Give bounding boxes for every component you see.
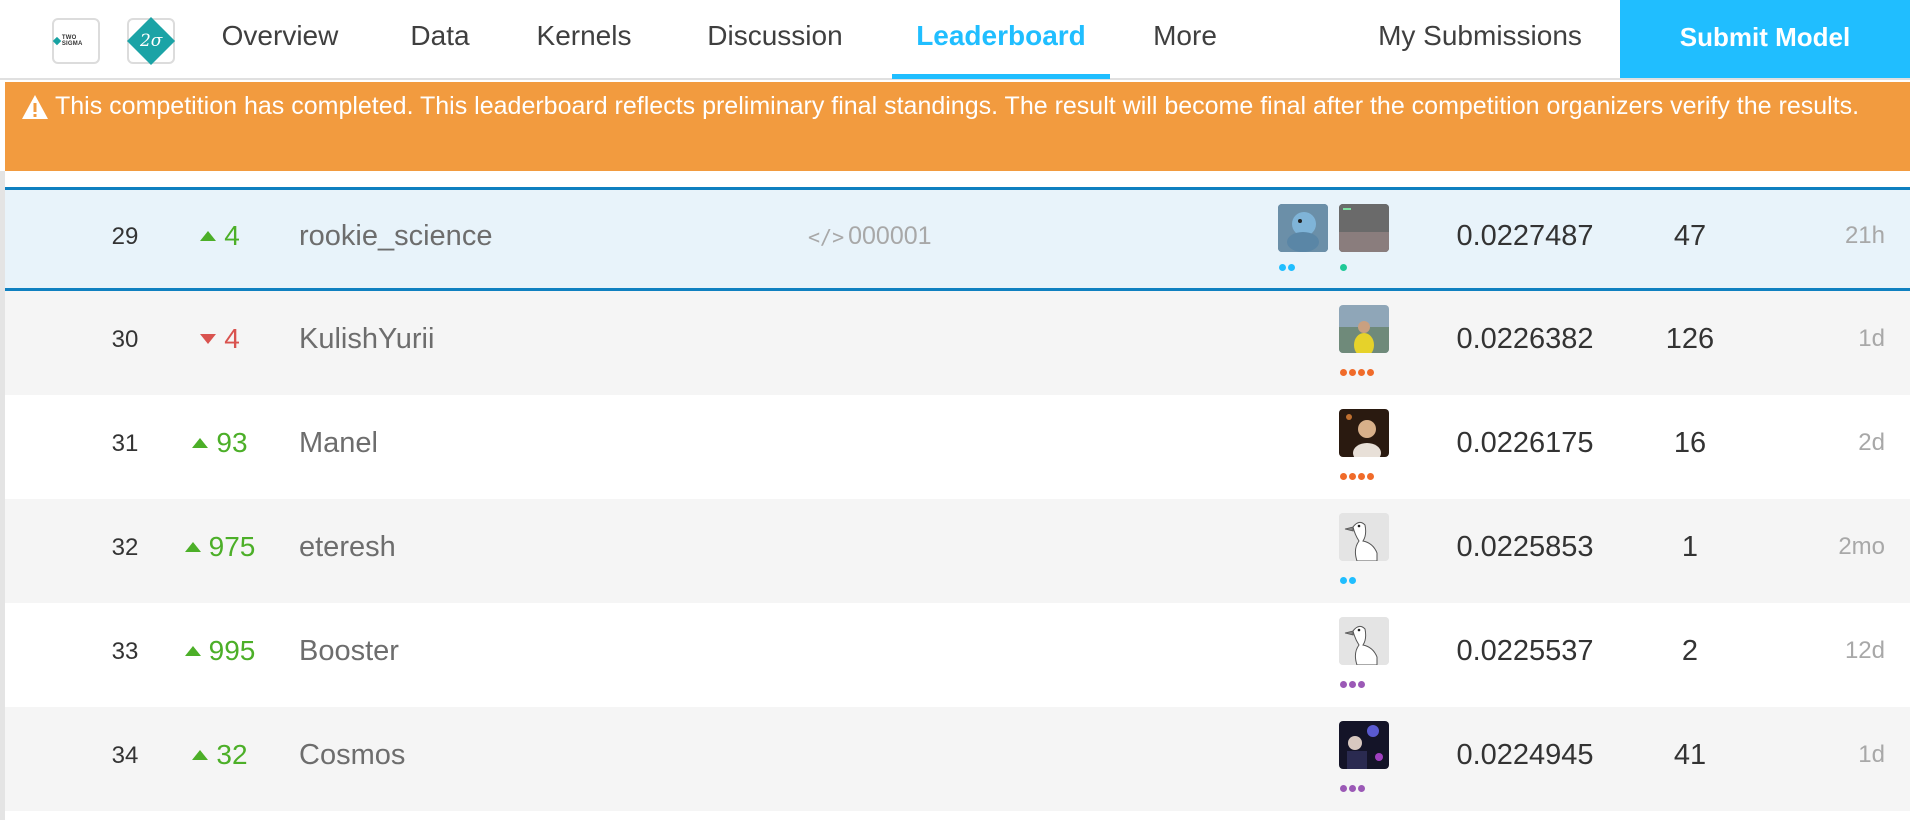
tier-dots [1340,368,1376,376]
arrow-up-icon [184,542,201,552]
tab-kernels[interactable]: Kernels [525,0,643,78]
tier-dots [1279,263,1297,271]
competition-completed-banner: This competition has completed. This lea… [5,82,1910,171]
tab-overview[interactable]: Overview [210,0,350,78]
score: 0.0226382 [1456,323,1594,355]
team-name[interactable]: Booster [299,635,399,668]
rank: 29 [111,223,139,250]
entries-count: 41 [1673,739,1707,771]
avatar-image [1339,409,1389,457]
avatar-image [1339,721,1389,769]
avatar-image [1278,204,1328,252]
submit-model-button[interactable]: Submit Model [1620,0,1910,78]
rank-change-value: 975 [208,531,256,562]
code-icon: </> [808,225,845,249]
tab-discussion[interactable]: Discussion [690,0,860,78]
rank-change: 4 [165,220,275,252]
tier-dots [1340,263,1349,271]
table-row[interactable]: 32 975 eteresh 0.0225853 1 2mo [5,499,1910,603]
team-name[interactable]: Manel [299,427,378,460]
team-name[interactable]: eteresh [299,531,396,564]
goose-icon [1339,617,1389,665]
entries-count: 16 [1673,427,1707,459]
warning-icon [22,95,48,119]
score: 0.0225853 [1456,531,1594,563]
avatar[interactable] [1278,204,1328,252]
rank-change: 93 [165,427,275,459]
rank-change: 4 [165,323,275,355]
diamond-icon [52,36,62,46]
arrow-up-icon [184,646,201,656]
last-submission: 1d [1858,741,1885,768]
table-row[interactable]: 33 995 Booster 0.0225537 2 12d [5,603,1910,707]
entries-count: 47 [1673,220,1707,252]
avatar[interactable] [1339,617,1389,665]
team-name[interactable]: Cosmos [299,739,405,772]
last-submission: 2d [1858,429,1885,456]
leaderboard-table: 29 4 rookie_science </> 000001 0.0227487 … [0,171,1910,820]
last-submission: 12d [1844,637,1885,664]
active-tab-underline [892,74,1110,79]
avatar[interactable] [1339,721,1389,769]
my-submissions-link[interactable]: My Submissions [1360,0,1600,78]
score: 0.0225537 [1456,635,1594,667]
score: 0.0227487 [1456,220,1594,252]
rank-change-value: 4 [224,220,240,251]
tab-more[interactable]: More [1140,0,1230,78]
avatar-image [1339,305,1389,353]
avatar[interactable] [1339,204,1389,252]
tier-dots [1340,472,1376,480]
competition-logo[interactable]: 2σ [126,16,176,66]
entries-count: 2 [1681,635,1699,667]
rank-change: 975 [165,531,275,563]
tab-leaderboard[interactable]: Leaderboard [892,0,1110,78]
last-submission: 2mo [1838,533,1885,560]
arrow-up-icon [200,231,217,241]
last-submission: 1d [1858,325,1885,352]
arrow-up-icon [192,438,209,448]
avatar-image [1339,204,1389,252]
logo-text: TWO SIGMA [61,35,83,47]
arrow-down-icon [200,334,217,344]
entries-count: 1 [1681,531,1699,563]
rank: 30 [111,326,139,353]
rank: 32 [111,534,139,561]
rank-change-value: 93 [216,427,248,458]
score: 0.0226175 [1456,427,1594,459]
rank-change: 32 [165,739,275,771]
tier-dots [1340,680,1367,688]
banner-text: This competition has completed. This lea… [55,92,1860,120]
rank: 31 [111,430,139,457]
table-row[interactable]: 31 93 Manel 0.0226175 16 2d [5,395,1910,499]
kernel-name: 000001 [848,222,932,250]
logo-sigma-text: 2σ [139,30,163,51]
rank-change-value: 995 [208,635,256,666]
top-nav: TWO SIGMA 2σ Overview Data Kernels Discu… [0,0,1910,80]
team-name[interactable]: KulishYurii [299,323,434,356]
table-row[interactable]: 29 4 rookie_science </> 000001 0.0227487 … [5,187,1910,291]
avatar[interactable] [1339,409,1389,457]
team-name[interactable]: rookie_science [299,220,492,253]
avatar[interactable] [1339,305,1389,353]
arrow-up-icon [192,750,209,760]
entries-count: 126 [1665,323,1715,355]
table-row[interactable]: 30 4 KulishYurii 0.0226382 126 1d [5,291,1910,395]
avatar[interactable] [1339,513,1389,561]
kernel-link[interactable]: </> 000001 [808,222,932,251]
table-row[interactable]: 34 32 Cosmos 0.0224945 41 1d [5,707,1910,811]
score: 0.0224945 [1456,739,1594,771]
rank: 34 [111,742,139,769]
tier-dots [1340,784,1367,792]
rank: 33 [111,638,139,665]
tier-dots [1340,576,1358,584]
last-submission: 21h [1844,222,1885,249]
goose-icon [1339,513,1389,561]
two-sigma-logo[interactable]: TWO SIGMA [52,18,100,64]
rank-change-value: 32 [216,739,248,770]
rank-change: 995 [165,635,275,667]
rank-change-value: 4 [224,323,240,354]
tab-data[interactable]: Data [390,0,490,78]
